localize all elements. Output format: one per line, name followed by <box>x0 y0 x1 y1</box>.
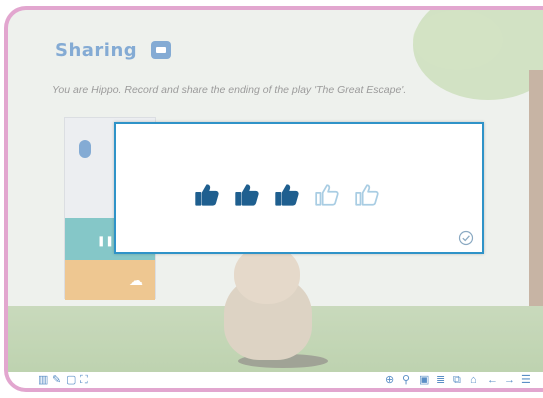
thumbs-up-filled-icon[interactable] <box>274 182 300 208</box>
check-circle-icon[interactable] <box>458 230 474 246</box>
pen-icon[interactable]: ✎ <box>52 374 61 386</box>
thumbs-up-filled-icon[interactable] <box>234 182 260 208</box>
copy-icon[interactable]: ⧉ <box>453 374 461 386</box>
thumbs-up-filled-icon[interactable] <box>194 182 220 208</box>
home-icon[interactable]: ⌂ <box>470 374 477 386</box>
activity-frame: Sharing You are Hippo. Record and share … <box>4 6 543 392</box>
page-icon[interactable]: ▣ <box>419 374 429 386</box>
zoom-icon[interactable]: ⊕ <box>385 374 394 386</box>
tools-icon[interactable]: ⚲ <box>402 374 410 386</box>
thumbs-up-empty-icon[interactable] <box>354 182 380 208</box>
note-icon[interactable]: ▢ <box>66 374 76 386</box>
layout-icon[interactable]: ▥ <box>38 374 48 386</box>
menu-icon[interactable]: ☰ <box>521 374 531 386</box>
forward-arrow-icon[interactable]: → <box>504 374 515 386</box>
bottom-toolbar: ▥ ✎ ▢ ⛶ ⊕ ⚲ ▣ ≣ ⧉ ⌂ ← → ☰ <box>8 372 543 388</box>
rating-thumbs <box>194 182 380 208</box>
list-icon[interactable]: ≣ <box>436 374 445 386</box>
rating-dialog <box>114 122 484 254</box>
back-arrow-icon[interactable]: ← <box>487 374 498 386</box>
fullscreen-icon[interactable]: ⛶ <box>80 374 88 386</box>
thumbs-up-empty-icon[interactable] <box>314 182 340 208</box>
